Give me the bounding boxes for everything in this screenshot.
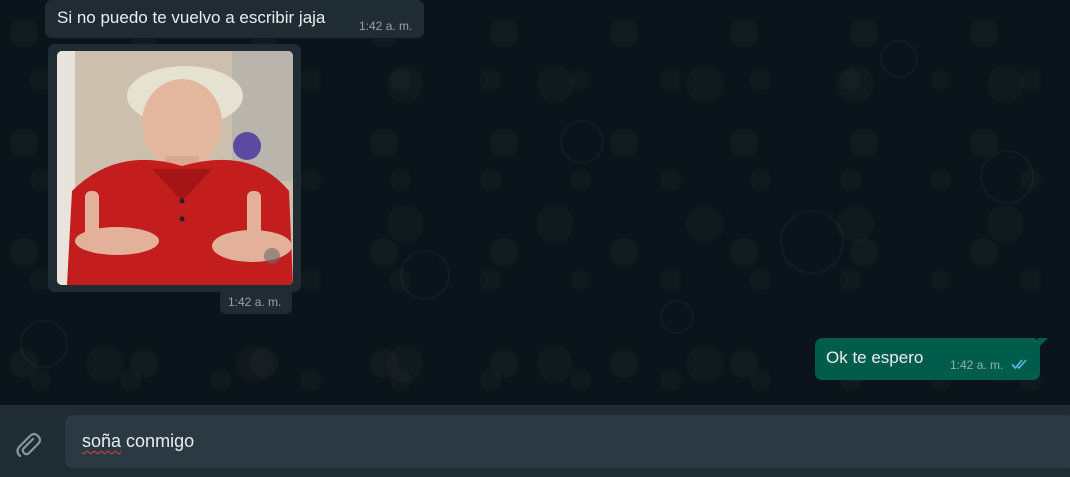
background-doodle xyxy=(560,120,604,164)
misspelled-word: soña xyxy=(82,431,122,451)
background-doodle xyxy=(980,150,1034,204)
incoming-image-message[interactable] xyxy=(48,44,301,292)
typed-text: conmigo xyxy=(121,431,195,451)
background-doodle xyxy=(20,320,68,368)
photo-person-image xyxy=(57,51,293,285)
photo-thumbnail[interactable] xyxy=(57,51,293,285)
background-doodle xyxy=(880,40,918,78)
message-timestamp: 1:42 a. m. xyxy=(359,19,413,33)
paperclip-icon[interactable] xyxy=(13,430,43,460)
message-timestamp: 1:42 a. m. xyxy=(950,358,1004,372)
message-text: Si no puedo te vuelvo a escribir jaja xyxy=(57,8,326,27)
background-doodle xyxy=(780,210,844,274)
double-check-icon xyxy=(1011,357,1029,375)
message-input-text[interactable]: soña conmigo xyxy=(82,431,194,452)
background-doodle xyxy=(660,300,694,334)
message-composer: soña conmigo xyxy=(0,405,1070,477)
background-doodle xyxy=(400,250,450,300)
message-timestamp: 1:42 a. m. xyxy=(228,295,282,309)
outgoing-bubble-tail xyxy=(1038,338,1048,348)
incoming-message[interactable]: Si no puedo te vuelvo a escribir jaja 1:… xyxy=(45,0,424,38)
conversation-panel[interactable]: Si no puedo te vuelvo a escribir jaja 1:… xyxy=(0,0,1070,405)
outgoing-message[interactable]: Ok te espero 1:42 a. m. xyxy=(815,338,1040,380)
message-input[interactable]: soña conmigo xyxy=(65,415,1070,468)
message-text: Ok te espero xyxy=(826,348,924,367)
image-timestamp-pill: 1:42 a. m. xyxy=(220,290,292,314)
